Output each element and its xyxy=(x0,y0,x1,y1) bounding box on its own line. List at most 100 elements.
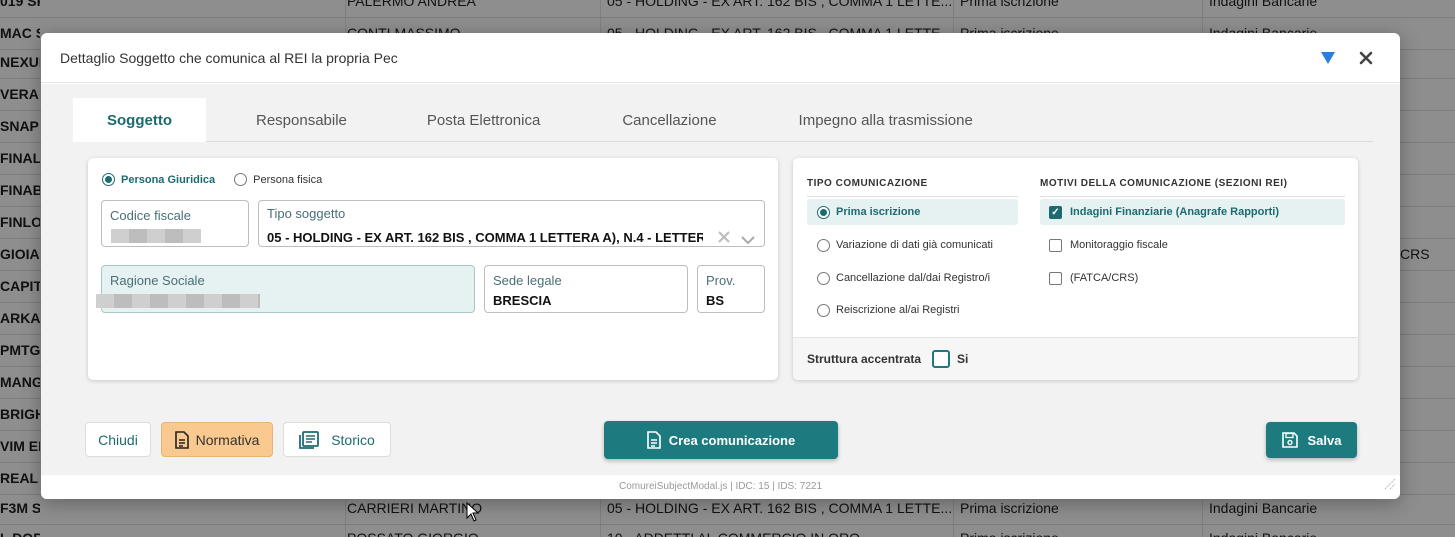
radio-variazione[interactable] xyxy=(817,238,830,252)
tipo-soggetto-label: Tipo soggetto xyxy=(267,206,346,221)
table-cell: MAC S.R.L xyxy=(0,25,40,41)
table-cell: GIOIA S xyxy=(0,246,40,262)
normativa-button[interactable]: Normativa xyxy=(161,422,273,457)
close-icon[interactable] xyxy=(1351,43,1381,73)
soggetto-card: Persona Giuridica Persona fisica Codice … xyxy=(88,158,778,380)
tab-responsabile[interactable]: Responsabile xyxy=(256,98,347,142)
table-cell: REAL E xyxy=(0,470,40,486)
tab-soggetto[interactable]: Soggetto xyxy=(73,98,206,142)
normativa-button-label: Normativa xyxy=(195,431,260,448)
table-cell: FINALE xyxy=(0,150,40,166)
modal-body: Soggetto Responsabile Posta Elettronica … xyxy=(41,84,1400,475)
tipo-option-cancellazione[interactable]: Cancellazione dal/dai Registro/i xyxy=(807,265,1018,291)
tipo-option-label: Reiscrizione al/ai Registri xyxy=(836,304,960,316)
motivo-option-label: Monitoraggio fiscale xyxy=(1070,239,1168,251)
table-cell: VIM EN xyxy=(0,438,40,454)
codice-fiscale-redacted xyxy=(111,229,201,243)
table-cell: CAPITA xyxy=(0,278,40,294)
modal-title: Dettaglio Soggetto che comunica al REI l… xyxy=(60,49,398,66)
table-cell: PALERMO ANDREA xyxy=(347,0,476,9)
struttura-accentrata-label: Struttura accentrata xyxy=(807,352,922,366)
tab-posta-elettronica[interactable]: Posta Elettronica xyxy=(427,98,540,142)
table-cell: VERA H xyxy=(0,86,40,102)
table-cell: POSSATO GIORGIO xyxy=(347,530,597,537)
ragione-sociale-field[interactable]: Ragione Sociale xyxy=(96,265,475,313)
table-cell: NEXUM xyxy=(0,54,40,70)
mouse-pointer-icon xyxy=(466,501,480,527)
tab-bar: Soggetto Responsabile Posta Elettronica … xyxy=(73,98,1373,142)
table-cell: L DORADO SRL xyxy=(0,530,40,537)
struttura-si-label: Si xyxy=(957,352,969,366)
motivo-option-monitoraggio[interactable]: Monitoraggio fiscale xyxy=(1040,232,1345,258)
table-cell: MANGE xyxy=(0,374,40,390)
salva-button[interactable]: Salva xyxy=(1266,422,1357,458)
radio-cancellazione[interactable] xyxy=(817,271,830,285)
tipo-comunicazione-title: TIPO COMUNICAZIONE xyxy=(807,178,928,189)
comunicazione-card: TIPO COMUNICAZIONE MOTIVI DELLA COMUNICA… xyxy=(793,158,1358,380)
table-row[interactable]: L DORADO SRL POSSATO GIORGIO 10 - ADDETTI … xyxy=(0,523,1455,537)
persona-giuridica-label: Persona Giuridica xyxy=(121,173,216,186)
chevron-down-icon[interactable] xyxy=(741,232,755,250)
struttura-accentrata-row: Struttura accentrata Si xyxy=(793,337,1358,380)
radio-reiscrizione[interactable] xyxy=(817,303,830,317)
table-cell: Prima iscrizione xyxy=(960,500,1059,516)
table-cell: FINAB S xyxy=(0,182,40,198)
codice-fiscale-field[interactable]: Codice fiscale xyxy=(101,200,249,247)
prov-field[interactable]: Prov. BS xyxy=(697,265,765,313)
modal-footer-info: ComureiSubjectModal.js | IDC: 15 | IDS: … xyxy=(41,475,1400,499)
tipo-option-prima-iscrizione[interactable]: Prima iscrizione xyxy=(807,199,1018,225)
tab-cancellazione[interactable]: Cancellazione xyxy=(622,98,716,142)
subject-detail-modal: Dettaglio Soggetto che comunica al REI l… xyxy=(41,33,1400,499)
tipo-option-reiscrizione[interactable]: Reiscrizione al/ai Registri xyxy=(807,297,1018,323)
sede-legale-label: Sede legale xyxy=(493,273,562,288)
table-cell: BRIGHT xyxy=(0,406,40,422)
table-cell: SNAP H xyxy=(0,118,40,134)
table-cell: 05 - HOLDING - EX ART. 162 BIS , COMMA 1… xyxy=(607,0,952,9)
tipo-soggetto-value: 05 - HOLDING - EX ART. 162 BIS , COMMA 1… xyxy=(267,230,703,245)
tipo-option-label: Variazione di dati già comunicati xyxy=(836,239,993,251)
document-icon xyxy=(174,430,189,449)
crea-comunicazione-label: Crea comunicazione xyxy=(668,432,796,448)
sede-legale-field[interactable]: Sede legale BRESCIA xyxy=(484,265,688,313)
triangle-down-icon[interactable] xyxy=(1313,43,1343,73)
tipo-option-label: Cancellazione dal/dai Registro/i xyxy=(836,272,991,284)
tipo-soggetto-select[interactable]: Tipo soggetto 05 - HOLDING - EX ART. 162… xyxy=(258,200,765,247)
tipo-option-label: Prima iscrizione xyxy=(836,206,921,218)
chiudi-button[interactable]: Chiudi xyxy=(85,422,151,457)
table-cell: Indagini Bancarie xyxy=(1209,500,1318,516)
crea-comunicazione-button[interactable]: Crea comunicazione xyxy=(604,421,838,459)
motivi-comunicazione-header: MOTIVI DELLA COMUNICAZIONE (SEZIONI REI) xyxy=(1040,173,1345,197)
prov-value: BS xyxy=(706,293,725,308)
resize-handle-icon[interactable] xyxy=(1382,476,1396,495)
struttura-accentrata-checkbox[interactable] xyxy=(932,350,951,368)
radio-persona-fisica[interactable] xyxy=(234,173,248,186)
persona-fisica-label: Persona fisica xyxy=(253,173,323,186)
motivo-option-label: Indagini Finanziarie (Anagrafe Rapporti) xyxy=(1070,206,1280,218)
motivi-comunicazione-title: MOTIVI DELLA COMUNICAZIONE (SEZIONI REI) xyxy=(1040,178,1288,189)
clear-icon[interactable] xyxy=(717,230,731,249)
persona-type-radios: Persona Giuridica Persona fisica xyxy=(102,173,322,186)
radio-persona-giuridica[interactable] xyxy=(102,173,115,186)
table-cell: 05 - HOLDING - EX ART. 162 BIS , COMMA 1… xyxy=(607,500,952,516)
document-icon xyxy=(646,431,661,449)
radio-prima-iscrizione[interactable] xyxy=(817,205,830,219)
tipo-option-variazione[interactable]: Variazione di dati già comunicati xyxy=(807,232,1018,258)
motivo-option-indagini[interactable]: ✓ Indagini Finanziarie (Anagrafe Rapport… xyxy=(1040,199,1345,225)
table-cell: 10 - ADDETTI AL COMMERCIO IN ORO xyxy=(607,530,952,537)
tab-impegno-trasmissione[interactable]: Impegno alla trasmissione xyxy=(799,98,973,142)
motivo-option-fatca[interactable]: (FATCA/CRS) xyxy=(1040,265,1345,291)
checkbox-fatca[interactable] xyxy=(1049,271,1062,285)
checkbox-checked-icon[interactable]: ✓ xyxy=(1049,205,1062,219)
storico-button[interactable]: Storico xyxy=(283,422,391,457)
table-cell: F3M S.R.L. xyxy=(0,500,40,516)
history-list-icon xyxy=(299,430,320,449)
table-cell: Indagini Bancarie xyxy=(1209,0,1318,9)
table-row[interactable]: 019 SRL PALERMO ANDREA 05 - HOLDING - EX A… xyxy=(0,0,1455,18)
checkbox-monitoraggio[interactable] xyxy=(1049,238,1062,252)
ragione-sociale-label: Ragione Sociale xyxy=(110,273,205,288)
sede-legale-value: BRESCIA xyxy=(493,293,552,308)
storico-button-label: Storico xyxy=(331,431,375,448)
table-cell: 019 SRL xyxy=(0,0,40,9)
tipo-comunicazione-header: TIPO COMUNICAZIONE xyxy=(807,173,1018,197)
save-icon xyxy=(1281,432,1298,448)
